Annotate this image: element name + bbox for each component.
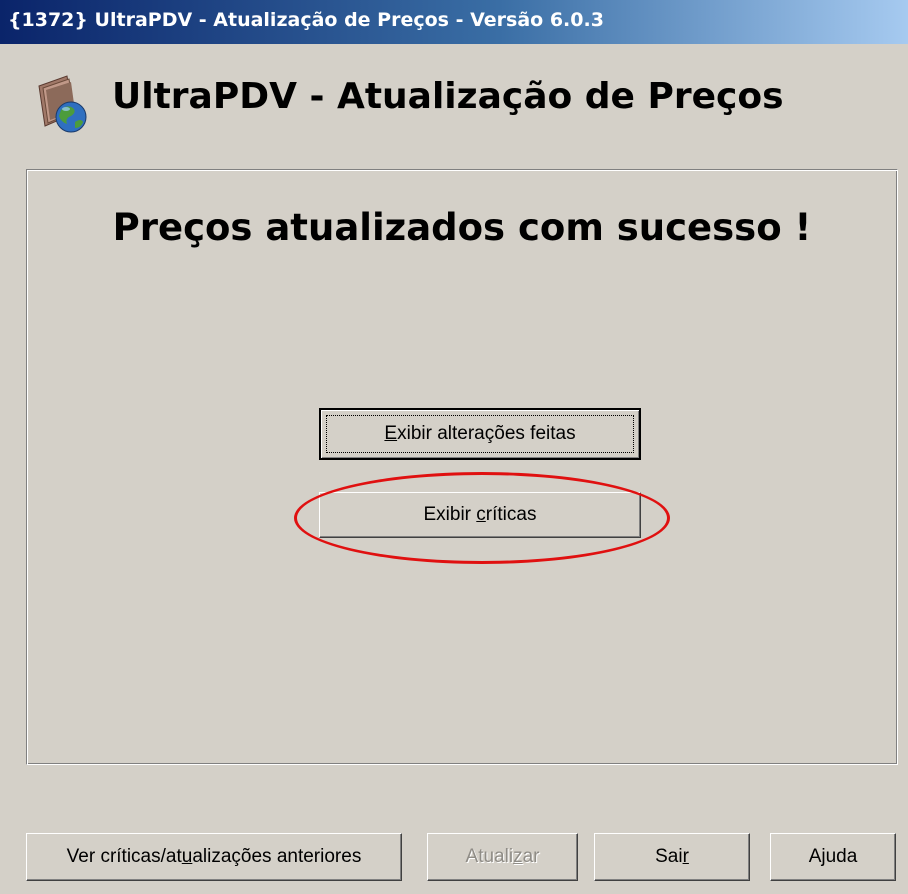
ver-criticas-anteriores-button[interactable]: Ver críticas/atualizações anteriores [26, 833, 402, 881]
app-header-title: UltraPDV - Atualização de Preços [112, 76, 784, 117]
exibir-alteracoes-button[interactable]: Exibir alterações feitas [319, 408, 641, 460]
main-panel: Preços atualizados com sucesso ! Exibir … [26, 169, 898, 765]
label-part: alizações anteriores [192, 846, 362, 867]
label-part: Sai [655, 846, 683, 867]
accelerator-char: u [181, 846, 193, 867]
accelerator-char: r [682, 846, 689, 867]
label-part: Atuali [465, 846, 514, 867]
app-book-globe-icon [33, 72, 93, 134]
exibir-criticas-button[interactable]: Exibir críticas [319, 492, 641, 538]
label-part: ríticas [485, 504, 537, 525]
ver-criticas-label: Ver críticas/atualizações anteriores [67, 846, 362, 868]
focus-rectangle [326, 415, 634, 453]
window-title: {1372} UltraPDV - Atualização de Preços … [8, 9, 604, 31]
accelerator-char: c [476, 504, 486, 525]
atualizar-button[interactable]: Atualizar [427, 833, 578, 881]
ajuda-button[interactable]: Ajuda [770, 833, 896, 881]
title-bar[interactable]: {1372} UltraPDV - Atualização de Preços … [0, 0, 908, 44]
sair-button[interactable]: Sair [594, 833, 750, 881]
label-part: Exibir [423, 504, 477, 525]
accelerator-char: z [513, 846, 523, 867]
label-part: ar [522, 846, 540, 867]
success-message: Preços atualizados com sucesso ! [112, 206, 812, 249]
label-part: Ver críticas/at [66, 846, 182, 867]
atualizar-label: Atualizar [466, 846, 540, 868]
exibir-criticas-label: Exibir críticas [424, 504, 537, 526]
sair-label: Sair [655, 846, 689, 868]
ajuda-label: Ajuda [808, 846, 858, 867]
